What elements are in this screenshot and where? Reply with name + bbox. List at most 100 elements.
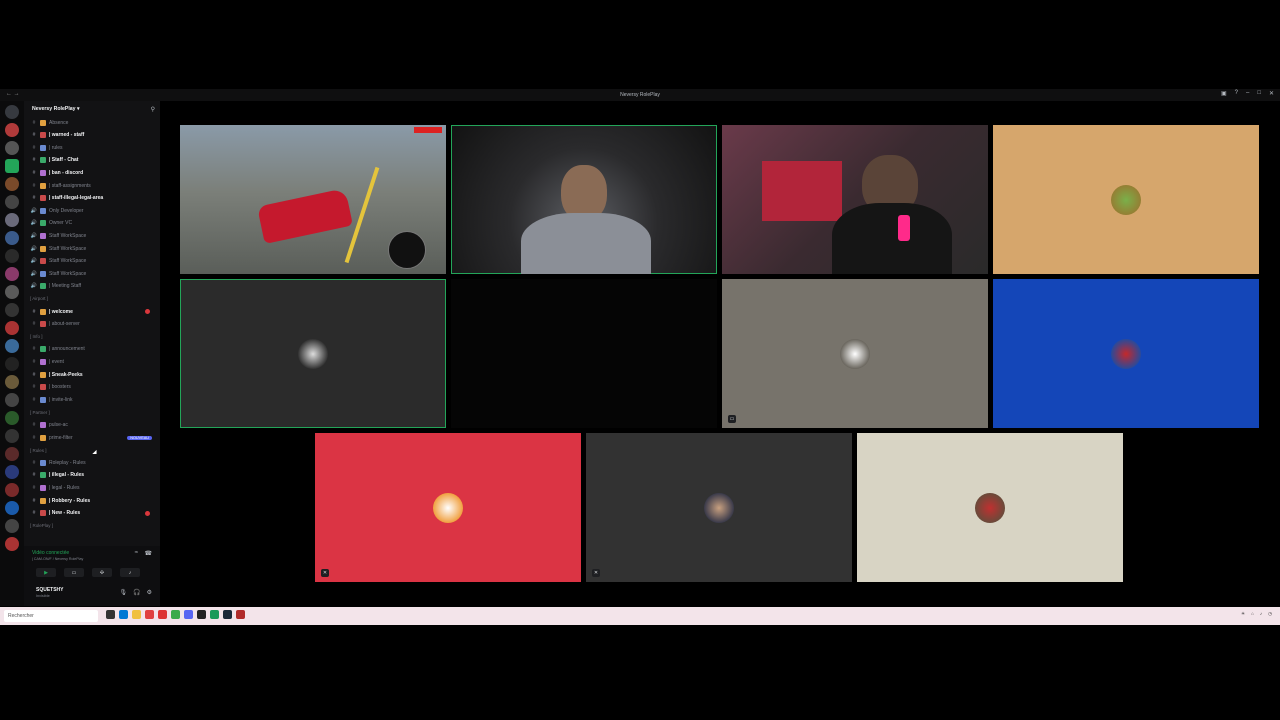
voice-channel[interactable]: 🔊 Owner VC — [30, 218, 156, 229]
text-channel[interactable]: # | event — [30, 356, 156, 367]
text-channel[interactable]: # | Staff - Chat — [30, 155, 156, 166]
server-icon[interactable] — [5, 105, 19, 119]
text-channel[interactable]: # | announcement — [30, 344, 156, 355]
volume-icon[interactable]: ♪ — [1260, 611, 1262, 617]
text-channel[interactable]: # | warned - staff — [30, 130, 156, 141]
text-channel[interactable]: # Absence — [30, 117, 156, 128]
text-channel[interactable]: # | invite-link — [30, 394, 156, 405]
voice-channel[interactable]: 🔊 Only Developer — [30, 205, 156, 216]
server-icon[interactable] — [5, 213, 19, 227]
invite-icon[interactable]: ⚲ — [151, 106, 155, 113]
clock[interactable]: ◷ — [1268, 611, 1272, 617]
server-icon[interactable] — [5, 357, 19, 371]
channel-category[interactable]: [ Partner ] — [30, 407, 156, 418]
settings-icon[interactable]: ⚙ — [147, 589, 152, 596]
server-icon[interactable] — [5, 429, 19, 443]
activities-button[interactable]: ✣ — [92, 568, 112, 577]
screen-share-button[interactable]: ▭ — [64, 568, 84, 577]
text-channel[interactable]: # prime-filter NOUVEAU — [30, 432, 156, 443]
folder-icon[interactable] — [132, 610, 141, 619]
taskbar-search[interactable]: Rechercher — [4, 610, 98, 622]
taskbar-app-icon[interactable] — [197, 610, 206, 619]
channel-category[interactable]: [ Info ] — [30, 331, 156, 342]
camera-button[interactable]: ▶ — [36, 568, 56, 577]
text-channel[interactable]: # | ban - discord — [30, 167, 156, 178]
text-channel[interactable]: # pulse-ac — [30, 419, 156, 430]
video-tile-webcam[interactable] — [451, 125, 717, 274]
server-icon[interactable] — [5, 465, 19, 479]
text-channel[interactable]: # | boosters — [30, 382, 156, 393]
back-arrow-icon[interactable]: ← → — [6, 91, 20, 97]
voice-channel-path[interactable]: | CAM-ON/F / Neversy RolePlay — [32, 557, 83, 561]
minimize-button[interactable]: – — [1246, 90, 1249, 97]
server-icon[interactable] — [5, 285, 19, 299]
voice-channel[interactable]: 🔊 Staff WorkSpace — [30, 230, 156, 241]
server-icon[interactable] — [5, 141, 19, 155]
text-channel[interactable]: # | staff-illegal-legal-area — [30, 193, 156, 204]
video-tile-avatar[interactable] — [857, 433, 1123, 582]
voice-channel[interactable]: 🔊 Staff WorkSpace — [30, 268, 156, 279]
network-icon[interactable]: ⌂ — [1251, 611, 1254, 617]
video-tile-avatar[interactable] — [180, 279, 446, 428]
server-icon[interactable] — [5, 393, 19, 407]
server-icon[interactable] — [5, 267, 19, 281]
inbox-icon[interactable]: ▣ — [1221, 90, 1227, 97]
video-tile-empty[interactable] — [451, 279, 717, 428]
server-icon[interactable] — [5, 537, 19, 551]
username[interactable]: SQUETSHY — [36, 587, 64, 593]
text-channel[interactable]: # | about-server — [30, 319, 156, 330]
taskbar-app-icon[interactable] — [210, 610, 219, 619]
server-icon[interactable] — [5, 483, 19, 497]
microphone-icon[interactable]: 🎙 — [120, 589, 128, 596]
steam-icon[interactable] — [223, 610, 232, 619]
noise-suppression-icon[interactable]: ≈ — [135, 550, 138, 556]
server-icon[interactable] — [5, 375, 19, 389]
server-icon[interactable] — [5, 411, 19, 425]
server-icon[interactable] — [5, 339, 19, 353]
taskbar-app-icon[interactable] — [145, 610, 154, 619]
taskbar-app-icon[interactable] — [106, 610, 115, 619]
text-channel[interactable]: # | staff-assignments — [30, 180, 156, 191]
video-tile-avatar[interactable] — [993, 279, 1259, 428]
server-icon[interactable] — [5, 177, 19, 191]
soundboard-button[interactable]: ♪ — [120, 568, 140, 577]
taskbar-app-icon[interactable] — [119, 610, 128, 619]
text-channel[interactable]: # | Robbery - Rules — [30, 495, 156, 506]
text-channel[interactable]: # | Sneak-Peeks — [30, 369, 156, 380]
disconnect-icon[interactable]: ☎ — [145, 550, 152, 557]
text-channel[interactable]: # | legal - Rules — [30, 482, 156, 493]
server-icon[interactable] — [5, 123, 19, 137]
text-channel[interactable]: # Roleplay - Rules — [30, 457, 156, 468]
taskbar-app-icon[interactable] — [236, 610, 245, 619]
close-button[interactable]: ✕ — [1269, 90, 1274, 97]
channel-category[interactable]: [ RolePlay ] — [30, 520, 156, 531]
channel-category[interactable]: [ Airport ] — [30, 293, 156, 304]
server-icon[interactable] — [5, 501, 19, 515]
video-tile-avatar[interactable]: ✕ — [315, 433, 581, 582]
server-icon[interactable] — [5, 519, 19, 533]
server-icon[interactable] — [5, 159, 19, 173]
server-icon[interactable] — [5, 303, 19, 317]
video-tile-avatar[interactable]: ▭ — [722, 279, 988, 428]
video-tile-avatar[interactable] — [993, 125, 1259, 274]
server-icon[interactable] — [5, 195, 19, 209]
voice-channel[interactable]: 🔊 | Meeting Staff — [30, 281, 156, 292]
text-channel[interactable]: # | New - Rules — [30, 508, 156, 519]
voice-channel[interactable]: 🔊 Staff WorkSpace — [30, 256, 156, 267]
text-channel[interactable]: # | welcome — [30, 306, 156, 317]
voice-channel[interactable]: 🔊 Staff WorkSpace — [30, 243, 156, 254]
help-icon[interactable]: ? — [1235, 90, 1238, 97]
maximize-button[interactable]: □ — [1257, 90, 1261, 97]
server-icon[interactable] — [5, 447, 19, 461]
discord-icon[interactable] — [184, 610, 193, 619]
taskbar-app-icon[interactable] — [158, 610, 167, 619]
server-icon[interactable] — [5, 231, 19, 245]
server-icon[interactable] — [5, 321, 19, 335]
video-tile-stream[interactable] — [180, 125, 446, 274]
headphones-icon[interactable]: 🎧 — [133, 589, 140, 596]
video-tile-webcam[interactable] — [722, 125, 988, 274]
server-name[interactable]: Neversy RolePlay ▾ — [32, 106, 80, 112]
text-channel[interactable]: # | illegal - Rules — [30, 470, 156, 481]
text-channel[interactable]: # | rules — [30, 142, 156, 153]
video-tile-avatar[interactable]: ✕ — [586, 433, 852, 582]
